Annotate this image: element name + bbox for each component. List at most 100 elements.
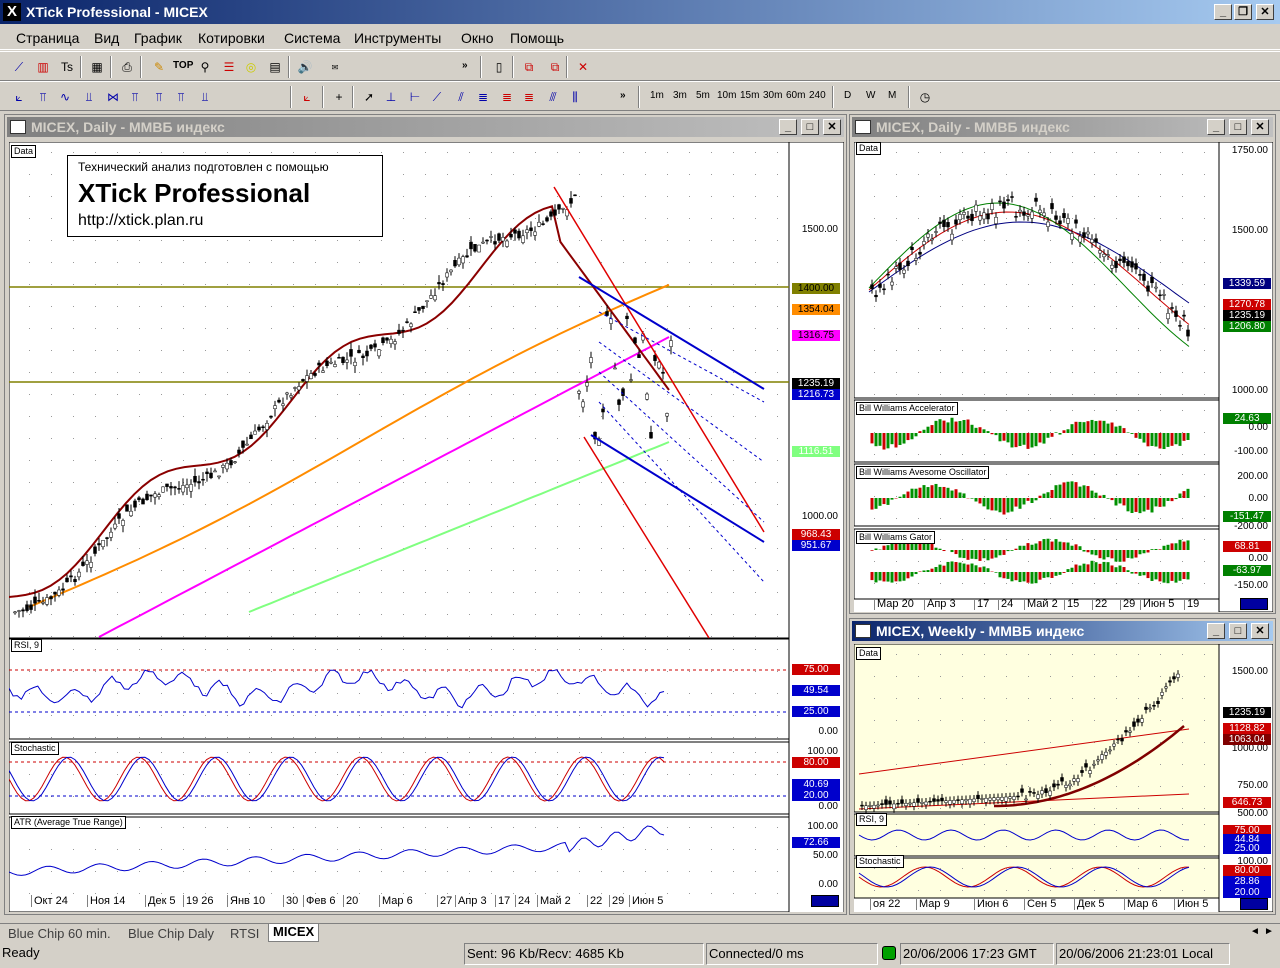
grid-dot [711,737,712,738]
tf-month[interactable]: M [888,90,896,101]
indicator-7-icon[interactable]: ⫪ [150,88,168,106]
indicator-1-icon[interactable]: ⟀ [10,88,28,106]
cycles-icon[interactable]: ⫼ [566,88,584,106]
main-chart-window[interactable]: MICEX, Daily - ММВБ индекс _ □ ✕ Data Те… [4,114,847,915]
main-minimize-button[interactable]: _ [779,119,797,135]
fibo-levels-icon[interactable]: ≣ [498,88,516,106]
tab-blue-chip-daly[interactable]: Blue Chip Daly [124,926,218,941]
indicator-6-icon[interactable]: ⫪ [126,88,144,106]
tab-scroll-left-icon[interactable]: ◄ [1250,926,1260,937]
sheet-tabs: Blue Chip 60 min. Blue Chip Daly RTSI MI… [0,923,1280,942]
alert-icon[interactable]: ✎ [150,58,168,76]
indicator-2-icon[interactable]: ⫪ [34,88,52,106]
crosshair-icon[interactable]: + [330,88,348,106]
top-button[interactable]: TOP [173,60,193,71]
indicator-3-icon[interactable]: ∿ [56,88,74,106]
channel-icon[interactable]: ⫽ [452,88,470,106]
menu-system[interactable]: Система [284,30,340,46]
daily-chart-caption[interactable]: MICEX, Daily - ММВБ индекс _ □ ✕ [852,117,1273,137]
grid-dot [271,774,272,775]
indicator-9-icon[interactable]: ⫫ [196,88,214,106]
fibo-arcs-icon[interactable]: ⫻ [544,88,562,106]
news-icon[interactable]: ✉ [326,58,344,76]
restore-button[interactable]: ❐ [1234,4,1252,20]
minimize-button[interactable]: _ [1214,4,1232,20]
trendline-icon[interactable]: ⟋ [428,88,446,106]
fibo-icon[interactable]: ≣ [474,88,492,106]
fibo-fan-icon[interactable]: ≣ [520,88,538,106]
page-copy-icon[interactable]: ⧉ [546,58,564,76]
toolbar2-overflow-icon[interactable]: » [620,90,626,101]
menu-help[interactable]: Помощь [510,30,564,46]
daily-minimize-button[interactable]: _ [1207,119,1225,135]
weekly-chart-window[interactable]: MICEX, Weekly - ММВБ индекс _ □ ✕ Data 1… [849,618,1276,915]
candle [133,500,137,508]
menu-page[interactable]: Страница [16,30,79,46]
tf-day[interactable]: D [844,90,851,101]
close-button[interactable]: ✕ [1256,4,1274,20]
grid-dot [918,284,919,285]
indicator-8-icon[interactable]: ⫪ [172,88,190,106]
main-chart-canvas[interactable] [9,142,844,912]
bar-chart-icon[interactable]: ▥ [34,58,52,76]
print-icon[interactable]: ⎙ [118,58,136,76]
main-scroll-buttons[interactable] [811,895,839,907]
grid-dot [337,849,338,850]
tf-1m[interactable]: 1m [650,90,664,101]
daily-close-button[interactable]: ✕ [1251,119,1269,135]
menu-view[interactable]: Вид [94,30,119,46]
tab-rtsi[interactable]: RTSI [226,926,263,941]
tf-3m[interactable]: 3m [673,90,687,101]
grid-dot [117,394,118,395]
menu-quotes[interactable]: Котировки [198,30,265,46]
daily-scroll-buttons[interactable] [1240,598,1268,610]
add-indicator-icon[interactable]: ⟀ [298,88,316,106]
tab-blue-chip-60[interactable]: Blue Chip 60 min. [4,926,115,941]
ticks-icon[interactable]: Ts [58,58,76,76]
list-icon[interactable]: ☰ [220,58,238,76]
main-chart-caption[interactable]: MICEX, Daily - ММВБ индекс _ □ ✕ [7,117,844,137]
menu-chart[interactable]: График [134,30,182,46]
new-page-icon[interactable]: ▯ [490,58,508,76]
ac-bar [1066,429,1070,433]
indicator-4-icon[interactable]: ⫫ [80,88,98,106]
tf-5m[interactable]: 5m [696,90,710,101]
search-icon[interactable]: ⚲ [196,58,214,76]
weekly-close-button[interactable]: ✕ [1251,623,1269,639]
table-icon[interactable]: ▦ [88,58,106,76]
tf-240[interactable]: 240 [809,90,826,101]
tf-10m[interactable]: 10m [717,90,736,101]
menu-window[interactable]: Окно [461,30,494,46]
daily-maximize-button[interactable]: □ [1229,119,1247,135]
weekly-minimize-button[interactable]: _ [1207,623,1225,639]
tab-micex[interactable]: MICEX [268,924,320,942]
daily-chart-window[interactable]: MICEX, Daily - ММВБ индекс _ □ ✕ Data 17… [849,114,1276,614]
tf-week[interactable]: W [866,90,875,101]
grid-dot [249,394,250,395]
menu-tools[interactable]: Инструменты [354,30,441,46]
toolbar-overflow-icon[interactable]: » [462,60,468,71]
delete-icon[interactable]: ✕ [574,58,592,76]
line-chart-icon[interactable]: ⟋ [10,58,28,76]
indicator-5-icon[interactable]: ⋈ [104,88,122,106]
candle [53,591,57,595]
grid-dot [579,849,580,850]
weekly-chart-canvas[interactable] [854,644,1273,912]
layers-icon[interactable]: ▤ [266,58,284,76]
tf-30m[interactable]: 30m [763,90,782,101]
cursor-icon[interactable]: ➚ [360,88,378,106]
tf-15m[interactable]: 15m [740,90,759,101]
clock-icon[interactable]: ◷ [916,88,934,106]
hline-icon[interactable]: ⊥ [382,88,400,106]
main-maximize-button[interactable]: □ [801,119,819,135]
weekly-chart-caption[interactable]: MICEX, Weekly - ММВБ индекс _ □ ✕ [852,621,1273,641]
weekly-maximize-button[interactable]: □ [1229,623,1247,639]
tf-60m[interactable]: 60m [786,90,805,101]
vline-icon[interactable]: ⊢ [406,88,424,106]
main-close-button[interactable]: ✕ [823,119,841,135]
weekly-scroll-buttons[interactable] [1240,898,1268,910]
sound-icon[interactable]: 🔊 [296,58,314,76]
tab-scroll-right-icon[interactable]: ► [1264,926,1274,937]
page-add-icon[interactable]: ⧉ [520,58,538,76]
coins-icon[interactable]: ◎ [242,58,260,76]
